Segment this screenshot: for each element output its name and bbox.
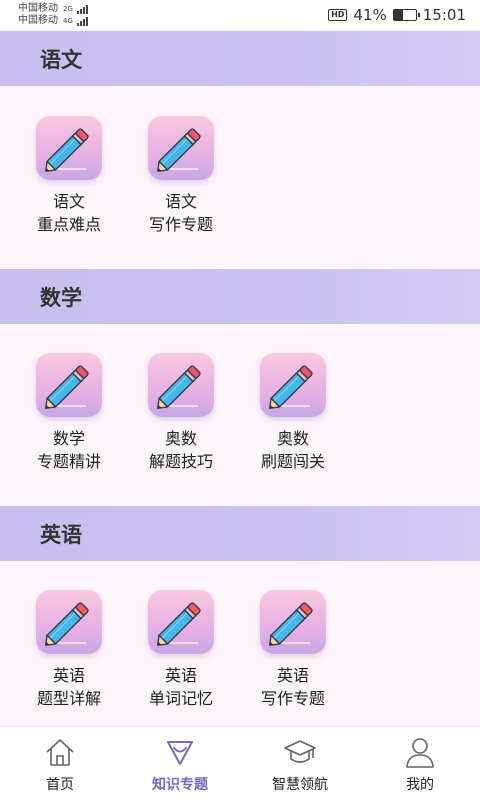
tile-olympiad-techniques[interactable]: 奥数 解题技巧 (125, 353, 237, 473)
status-bar: 中国移动 2G 中国移动 4G HD 41% 15:01 (0, 0, 480, 30)
section-title: 数学 (40, 285, 82, 310)
tile-label-line2: 专题精讲 (36, 452, 101, 471)
tile-olympiad-practice[interactable]: 奥数 刷题闯关 (237, 353, 349, 473)
section-header-math: 数学 (0, 269, 480, 324)
pencil-icon (148, 353, 214, 417)
carrier-info: 中国移动 2G 中国移动 4G (18, 3, 88, 27)
pencil-icon (148, 116, 214, 180)
tile-label-line2: 单词记忆 (148, 689, 213, 708)
nav-label: 知识专题 (152, 776, 208, 793)
nav-home[interactable]: 首页 (0, 734, 120, 794)
section-title: 英语 (40, 522, 82, 547)
section-header-english: 英语 (0, 506, 480, 561)
battery-icon (392, 9, 420, 21)
tile-label-line1: 数学 (52, 429, 85, 448)
clock: 15:01 (422, 6, 466, 24)
nav-label: 首页 (46, 776, 74, 793)
nav-knowledge[interactable]: 知识专题 (120, 734, 240, 794)
tile-label-line2: 写作专题 (260, 689, 325, 708)
tile-label-line2: 解题技巧 (148, 452, 213, 471)
tile-label-line1: 英语 (276, 666, 309, 685)
tile-label-line2: 重点难点 (36, 215, 101, 234)
signal-icon (76, 4, 88, 14)
pencil-icon (36, 116, 102, 180)
tile-label-line2: 题型详解 (36, 689, 101, 708)
bottom-nav: 首页 知识专题 智慧领航 我的 (0, 726, 480, 800)
tile-english-vocabulary[interactable]: 英语 单词记忆 (125, 590, 237, 710)
carrier-name: 中国移动 (18, 15, 58, 26)
pencil-icon (260, 353, 326, 417)
knowledge-icon (167, 740, 193, 765)
signal-icon (76, 16, 88, 26)
nav-profile[interactable]: 我的 (360, 734, 480, 794)
tile-label-line1: 奥数 (276, 429, 309, 448)
nav-label: 我的 (406, 776, 434, 793)
tile-label-line1: 语文 (164, 192, 197, 211)
pencil-icon (36, 590, 102, 654)
network-type: 4G (63, 17, 73, 25)
home-icon (46, 738, 74, 766)
tile-label-line1: 英语 (164, 666, 197, 685)
user-icon (406, 737, 434, 768)
tile-chinese-key-points[interactable]: 语文 重点难点 (13, 116, 125, 236)
tile-label-line2: 刷题闯关 (260, 452, 325, 471)
carrier-name: 中国移动 (18, 3, 58, 14)
hd-badge: HD (328, 9, 348, 21)
tile-chinese-writing[interactable]: 语文 写作专题 (125, 116, 237, 236)
tile-label-line1: 英语 (52, 666, 85, 685)
nav-label: 智慧领航 (272, 776, 328, 793)
tile-english-writing[interactable]: 英语 写作专题 (237, 590, 349, 710)
section-title: 语文 (40, 47, 82, 72)
tile-label-line1: 语文 (52, 192, 85, 211)
section-header-chinese: 语文 (0, 31, 480, 86)
pencil-icon (148, 590, 214, 654)
tile-english-question-types[interactable]: 英语 题型详解 (13, 590, 125, 710)
pencil-icon (36, 353, 102, 417)
tile-math-topics[interactable]: 数学 专题精讲 (13, 353, 125, 473)
tile-label-line2: 写作专题 (148, 215, 213, 234)
nav-smart-guide[interactable]: 智慧领航 (240, 734, 360, 794)
battery-percent: 41% (353, 6, 387, 24)
graduation-cap-icon (284, 739, 316, 763)
tile-label-line1: 奥数 (164, 429, 197, 448)
network-type: 2G (63, 5, 73, 13)
pencil-icon (260, 590, 326, 654)
